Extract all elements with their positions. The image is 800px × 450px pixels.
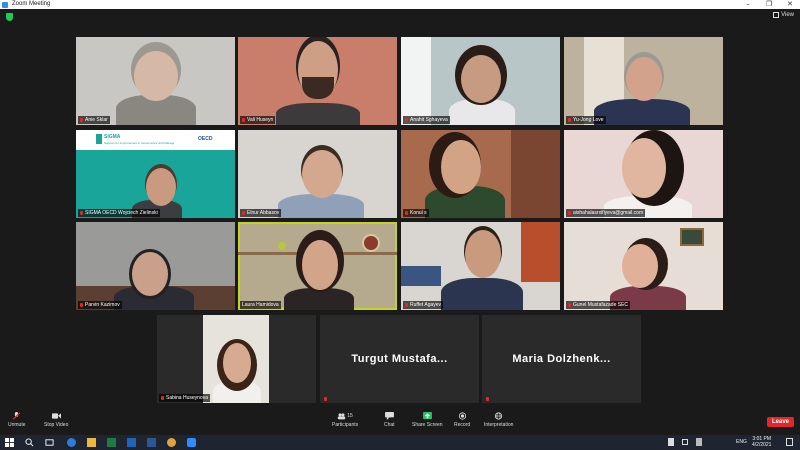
edge-browser-icon[interactable] <box>67 438 76 447</box>
muted-mic-icon <box>405 211 408 215</box>
muted-mic-icon <box>568 303 571 307</box>
clock-date: 4/2/2021 <box>752 442 772 448</box>
participant-name: Laura Hamidova <box>240 301 281 309</box>
security-shield-icon[interactable] <box>6 13 13 21</box>
participant-name-bar <box>322 396 329 402</box>
stop-video-button[interactable]: Stop Video <box>44 412 68 428</box>
participants-icon <box>338 413 346 420</box>
video-tile[interactable]: aishahalasrxifiyeva@gmail.com <box>564 130 723 218</box>
participants-count: 15 <box>347 413 353 419</box>
video-tile[interactable]: Yu-Jong Love <box>564 37 723 125</box>
zoom-taskbar-icon[interactable] <box>187 438 196 447</box>
participant-name: Sabina Huseynova <box>159 394 210 402</box>
view-label: View <box>781 12 794 18</box>
oecd-logo-text: OECD <box>198 136 213 142</box>
video-tile[interactable]: Vali Huseyn <box>238 37 397 125</box>
participant-name: Elnur Abbasov <box>240 209 282 217</box>
notifications-icon[interactable] <box>786 438 793 446</box>
participant-name: aishahalasrxifiyeva@gmail.com <box>566 209 646 217</box>
participant-display-name: Turgut Mustafa... <box>351 353 448 365</box>
share-screen-button[interactable]: Share Screen <box>412 412 443 428</box>
sigma-logo-icon <box>96 134 102 144</box>
meeting-controls: Unmute Stop Video 15 Participants Chat S… <box>0 409 800 435</box>
muted-mic-icon <box>568 211 571 215</box>
task-view-icon[interactable] <box>45 438 54 447</box>
file-explorer-icon[interactable] <box>87 438 96 447</box>
participant-name: Konul s <box>403 209 429 217</box>
video-tile-camera-off[interactable]: Turgut Mustafa... <box>320 315 479 403</box>
participant-name: Gunel Mustafazade SEC <box>566 301 631 309</box>
view-button[interactable]: View <box>773 12 794 18</box>
video-tile[interactable]: Anie Sklar <box>76 37 235 125</box>
muted-mic-icon <box>80 211 83 215</box>
windows-start-icon[interactable] <box>5 438 14 447</box>
muted-mic-icon <box>80 303 83 307</box>
leave-button[interactable]: Leave <box>766 417 794 427</box>
battery-icon[interactable] <box>682 439 688 445</box>
video-tile[interactable]: Ruffet Agayev <box>401 222 560 310</box>
zoom-app-icon <box>2 1 8 8</box>
sigma-slide-title: SIGMA <box>104 134 121 140</box>
video-tile[interactable]: Elnur Abbasov <box>238 130 397 218</box>
meeting-topbar: View <box>0 9 800 26</box>
unmute-button[interactable]: Unmute <box>8 412 26 428</box>
participant-name: Parvin Kazimov <box>78 301 122 309</box>
chat-icon <box>384 412 394 420</box>
video-tile[interactable]: Gunel Mustafazade SEC <box>564 222 723 310</box>
outlook-icon[interactable] <box>127 438 136 447</box>
participant-name-bar <box>484 396 491 402</box>
window-title: Zoom Meeting <box>12 1 51 7</box>
participant-name: Vali Huseyn <box>240 116 276 124</box>
search-icon[interactable] <box>25 438 34 447</box>
record-icon <box>458 412 466 420</box>
window-titlebar: Zoom Meeting – ❐ ✕ <box>0 0 800 9</box>
sigma-slide-subtitle: Support for Improvement in Governance an… <box>104 141 174 145</box>
video-tile[interactable]: Konul s <box>401 130 560 218</box>
clock[interactable]: 3:01 PM 4/2/2021 <box>752 436 771 448</box>
muted-mic-icon <box>405 118 408 122</box>
input-language[interactable]: ENG <box>736 439 747 445</box>
chrome-icon[interactable] <box>167 438 176 447</box>
video-tile[interactable]: Sabina Huseynova <box>157 315 316 403</box>
muted-mic-icon <box>161 396 164 400</box>
muted-mic-icon <box>405 303 408 307</box>
video-tile[interactable]: Anahit Sghayeva <box>401 37 560 125</box>
participant-name: Anahit Sghayeva <box>403 116 450 124</box>
minimize-button[interactable]: – <box>738 0 758 9</box>
video-tile-active-speaker[interactable]: Laura Hamidova <box>238 222 397 310</box>
word-icon[interactable] <box>147 438 156 447</box>
record-button[interactable]: Record <box>454 412 470 428</box>
participant-name: Yu-Jong Love <box>566 116 606 124</box>
excel-icon[interactable] <box>107 438 116 447</box>
windows-taskbar: ENG 3:01 PM 4/2/2021 <box>0 435 800 450</box>
participant-name: Ruffet Agayev <box>403 301 444 309</box>
participant-display-name: Maria Dolzhenk... <box>512 353 611 365</box>
grid-view-icon <box>773 12 780 18</box>
muted-mic-icon <box>242 118 245 122</box>
muted-mic-icon <box>568 118 571 122</box>
participants-button[interactable]: 15 Participants <box>332 412 358 428</box>
muted-microphone-icon <box>13 412 21 420</box>
video-camera-icon <box>51 413 61 419</box>
muted-mic-icon <box>486 397 489 401</box>
maximize-button[interactable]: ❐ <box>759 0 779 9</box>
muted-mic-icon <box>324 397 327 401</box>
video-tile-camera-off[interactable]: Maria Dolzhenk... <box>482 315 641 403</box>
video-tile[interactable]: Parvin Kazimov <box>76 222 235 310</box>
participant-name: Anie Sklar <box>78 116 110 124</box>
globe-icon <box>495 412 503 420</box>
muted-mic-icon <box>80 118 83 122</box>
video-tile[interactable]: SIGMA Support for Improvement in Governa… <box>76 130 235 218</box>
muted-mic-icon <box>242 211 245 215</box>
volume-icon[interactable] <box>696 438 702 446</box>
participant-name: SIGMA OECD Wojciech Zielinski <box>78 209 160 217</box>
network-icon[interactable] <box>668 438 674 446</box>
chat-button[interactable]: Chat <box>384 412 395 428</box>
close-button[interactable]: ✕ <box>780 0 800 9</box>
interpretation-button[interactable]: Interpretation <box>484 412 513 428</box>
share-screen-icon <box>422 412 432 420</box>
